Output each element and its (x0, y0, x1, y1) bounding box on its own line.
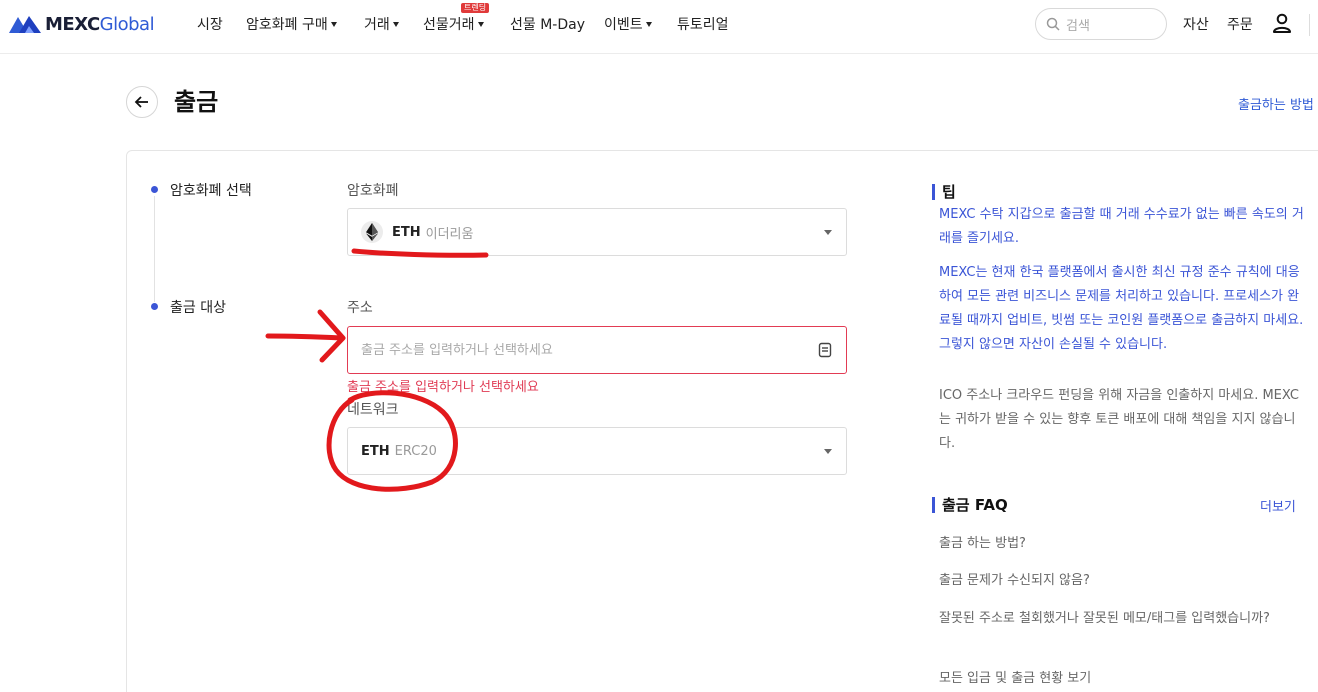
how-to-withdraw-link[interactable]: 출금하는 방법 (1238, 94, 1314, 113)
step-dot (151, 303, 158, 310)
address-input[interactable] (361, 342, 801, 358)
crypto-symbol: ETH (392, 224, 421, 240)
caret-down-icon (824, 449, 832, 454)
caret-down-icon (824, 230, 832, 235)
nav-markets[interactable]: 시장 (197, 14, 223, 34)
nav-divider (1309, 14, 1310, 36)
tip-3: ICO 주소나 크라우드 펀딩을 위해 자금을 인출하지 마세요. MEXC는 … (939, 388, 1299, 451)
crypto-label: 암호화폐 (347, 183, 399, 199)
chevron-down-icon (392, 21, 399, 27)
nav-trade[interactable]: 거래 (364, 14, 399, 34)
crypto-name: 이더리움 (425, 226, 474, 242)
tips-title: 팁 (932, 184, 956, 200)
eth-icon (361, 221, 383, 243)
crypto-select[interactable]: ETH 이더리움 (347, 208, 847, 256)
nav-tutorial[interactable]: 튜토리얼 (677, 14, 729, 34)
nav-buy-crypto-label: 암호화폐 구매 (246, 17, 328, 33)
nav-events-label: 이벤트 (604, 17, 643, 33)
step-connector (154, 196, 155, 302)
faq-item[interactable]: 잘못된 주소로 철회했거나 잘못된 메모/태그를 입력했습니까? (939, 608, 1305, 630)
nav-futures[interactable]: 선물거래 (423, 14, 484, 34)
nav-events[interactable]: 이벤트 (604, 14, 652, 34)
back-button[interactable] (126, 86, 158, 118)
address-error: 출금 주소를 입력하거나 선택하세요 (347, 380, 539, 395)
search-box[interactable]: 검색 (1035, 8, 1167, 40)
step-withdraw-target: 출금 대상 (170, 300, 226, 316)
address-input-box[interactable] (347, 326, 847, 374)
faq-item[interactable]: 출금 하는 방법? (939, 533, 1305, 555)
tip-2: MEXC는 현재 한국 플랫폼에서 출시한 최신 규정 준수 규칙에 대응하여 … (939, 265, 1304, 352)
faq-item[interactable]: 출금 문제가 수신되지 않음? (939, 570, 1305, 592)
nav-orders[interactable]: 주문 (1227, 14, 1253, 34)
chevron-down-icon (330, 21, 337, 27)
nav-assets[interactable]: 자산 (1183, 14, 1209, 34)
nav-trade-label: 거래 (364, 17, 390, 33)
top-nav: MEXCGlobal 시장 암호화폐 구매 거래 선물거래 트렌딩 선물 M-D… (0, 0, 1318, 54)
network-coin: ETH (361, 443, 390, 459)
nav-futures-mday[interactable]: 선물 M-Day (510, 14, 585, 34)
nav-buy-crypto[interactable]: 암호화폐 구매 (246, 14, 337, 34)
search-placeholder: 검색 (1066, 18, 1090, 34)
faq-more-link[interactable]: 더보기 (1260, 496, 1296, 515)
nav-futures-label: 선물거래 (423, 17, 475, 33)
logo-main: MEXC (45, 13, 100, 35)
page-title: 출금 (174, 88, 219, 116)
chevron-down-icon (477, 21, 484, 27)
logo-sub: Global (99, 13, 155, 35)
faq-item[interactable]: 모든 입금 및 출금 현황 보기 (939, 668, 1305, 690)
address-label: 주소 (347, 300, 373, 316)
address-book-icon[interactable] (818, 342, 832, 358)
network-protocol: ERC20 (394, 443, 437, 459)
tip-1: MEXC 수탁 지갑으로 출금할 때 거래 수수료가 없는 빠른 속도의 거래를… (939, 207, 1304, 246)
mexc-logo[interactable]: MEXCGlobal (8, 11, 155, 37)
chevron-down-icon (645, 21, 652, 27)
mexc-logo-icon (9, 16, 41, 33)
user-icon[interactable] (1271, 12, 1293, 34)
network-label: 네트워크 (347, 402, 399, 418)
step-dot (151, 186, 158, 193)
search-icon (1046, 17, 1060, 31)
network-select[interactable]: ETH ERC20 (347, 427, 847, 475)
arrow-left-icon (134, 96, 148, 108)
faq-title: 출금 FAQ (932, 497, 1008, 513)
step-select-crypto: 암호화폐 선택 (170, 183, 252, 199)
trending-badge: 트렌딩 (461, 3, 490, 13)
